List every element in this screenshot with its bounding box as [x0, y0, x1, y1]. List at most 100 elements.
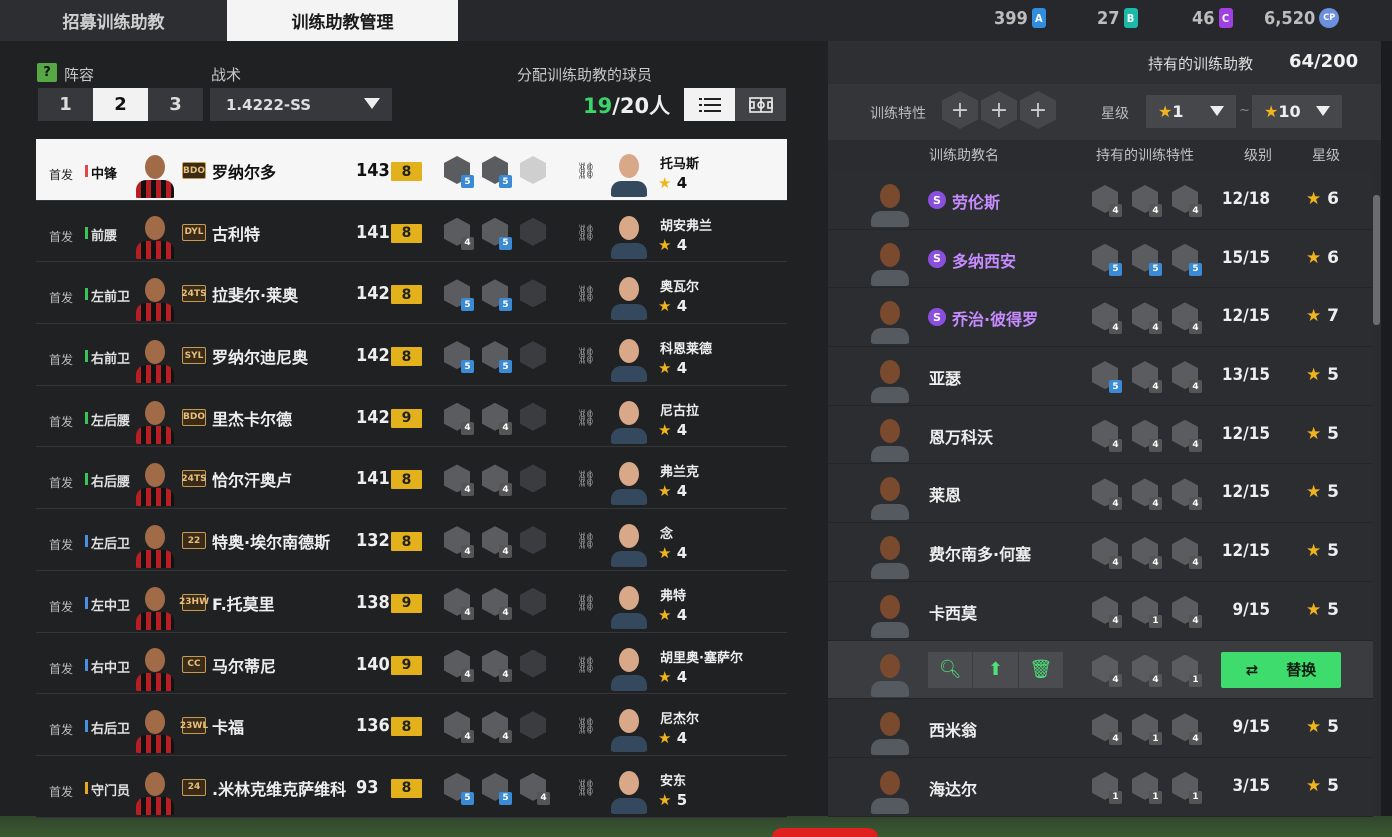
training-trait-icon[interactable]: 5	[482, 217, 512, 250]
tactic-dropdown[interactable]: 1.4222-SS	[210, 88, 392, 121]
player-row[interactable]: 首发 左后腰 BDO 里杰卡尔德 142 9 4 4 ⛓ 尼古拉 ★ 4	[36, 385, 787, 448]
formation-2-button[interactable]: 2	[93, 88, 148, 121]
list-view-button[interactable]	[684, 88, 735, 121]
training-trait-icon[interactable]: 4	[444, 217, 474, 250]
training-trait-icon[interactable]	[520, 649, 548, 680]
training-trait-icon[interactable]: 5	[444, 341, 474, 374]
training-trait-icon[interactable]	[520, 587, 548, 618]
link-icon[interactable]: ⛓	[576, 284, 596, 303]
training-trait-icon[interactable]: 4	[520, 772, 550, 805]
player-row[interactable]: 首发 右前卫 SYL 罗纳尔迪尼奥 142 8 5 5 ⛓ 科恩莱德 ★ 4	[36, 324, 787, 386]
player-row[interactable]: 首发 右后腰 24TS 恰尔汗奥卢 141 8 4 4 ⛓ 弗兰克 ★ 4	[36, 447, 787, 510]
link-icon[interactable]: ⛓	[576, 223, 596, 242]
training-trait-icon[interactable]: 1	[1132, 595, 1162, 628]
link-icon[interactable]: ⛓	[576, 531, 596, 550]
coach-row[interactable]: 费尔南多·何塞 12/15 ★ 5 4 4 4	[828, 523, 1373, 582]
coach-row[interactable]: S 劳伦斯 12/18 ★ 6 4 4 4	[828, 171, 1373, 230]
training-trait-icon[interactable]: 4	[1172, 302, 1202, 335]
replace-button[interactable]: ⇄ 替换	[1221, 651, 1341, 688]
training-trait-icon[interactable]: 4	[444, 711, 474, 744]
training-trait-icon[interactable]: 4	[1172, 478, 1202, 511]
training-trait-icon[interactable]	[520, 341, 548, 371]
training-trait-icon[interactable]: 4	[444, 464, 474, 497]
training-trait-icon[interactable]: 5	[1132, 243, 1162, 276]
training-trait-icon[interactable]	[520, 711, 548, 741]
training-trait-icon[interactable]: 4	[482, 526, 512, 559]
training-trait-icon[interactable]	[520, 402, 548, 433]
training-trait-icon[interactable]: 4	[1092, 713, 1122, 746]
formation-3-button[interactable]: 3	[148, 88, 203, 121]
training-trait-icon[interactable]: 4	[1172, 361, 1202, 394]
training-trait-icon[interactable]: 5	[1092, 243, 1122, 276]
training-trait-icon[interactable]: 4	[482, 402, 512, 435]
tab-manage[interactable]: 训练助教管理	[227, 0, 458, 41]
training-trait-icon[interactable]: 5	[482, 772, 512, 805]
upgrade-arrow-icon[interactable]: ⬆	[973, 651, 1019, 688]
player-row[interactable]: 首发 右后卫 23WL 卡福 136 8 4 4 ⛓ 尼杰尔 ★ 4	[36, 694, 787, 756]
training-trait-icon[interactable]: 5	[482, 156, 512, 188]
tab-recruit[interactable]: 招募训练助教	[0, 0, 227, 41]
training-trait-icon[interactable]: 5	[444, 279, 474, 312]
grade-from-dropdown[interactable]: ★ 1	[1146, 95, 1236, 128]
training-trait-icon[interactable]: 4	[482, 587, 512, 620]
player-row[interactable]: 首发 守门员 24 .米林克维克萨维科 93 8 5 5 4 ⛓ 安东 ★ 5	[36, 755, 787, 818]
training-trait-icon[interactable]: 5	[482, 279, 512, 312]
training-trait-icon[interactable]: 4	[444, 649, 474, 682]
training-trait-icon[interactable]: 4	[1132, 419, 1162, 452]
training-trait-icon[interactable]: 5	[1172, 243, 1202, 276]
link-icon[interactable]: ⛓	[576, 408, 596, 427]
grade-to-dropdown[interactable]: ★ 10	[1252, 95, 1342, 128]
training-trait-icon[interactable]: 4	[482, 464, 512, 497]
training-trait-icon[interactable]	[520, 464, 548, 494]
training-trait-icon[interactable]	[520, 526, 548, 556]
coach-row[interactable]: 莱恩 12/15 ★ 5 4 4 4	[828, 464, 1373, 524]
training-trait-icon[interactable]: 5	[444, 772, 474, 805]
coach-row[interactable]: 亚瑟 13/15 ★ 5544	[828, 347, 1373, 406]
training-trait-icon[interactable]: 4	[1132, 478, 1162, 511]
training-trait-icon[interactable]: 4	[1172, 185, 1202, 217]
training-trait-icon[interactable]: 1	[1172, 771, 1202, 804]
coach-row[interactable]: S 乔治·彼得罗 12/15 ★ 7 4 4 4	[828, 288, 1373, 348]
training-trait-icon[interactable]: 4	[1132, 654, 1162, 687]
training-trait-icon[interactable]	[520, 217, 548, 248]
training-trait-icon[interactable]: 4	[1172, 595, 1202, 628]
training-trait-icon[interactable]: 4	[1132, 185, 1162, 217]
coach-list-scrollbar[interactable]	[1373, 195, 1380, 325]
training-trait-icon[interactable]: 4	[482, 649, 512, 682]
player-row[interactable]: 首发 中锋 BDO 罗纳尔多 143 8 5 5 ⛓ 托马斯 ★ 4	[36, 139, 787, 201]
training-trait-icon[interactable]: 4	[1132, 302, 1162, 335]
training-trait-icon[interactable]: 4	[444, 587, 474, 620]
training-trait-icon[interactable]: 4	[1092, 478, 1122, 511]
player-row[interactable]: 首发 右中卫 CC 马尔蒂尼 140 9 4 4 ⛓ 胡里奥·塞萨尔 ★ 4	[36, 632, 787, 695]
coach-row[interactable]: S 多纳西安 15/15 ★ 6 5 5 5	[828, 229, 1373, 289]
coach-row[interactable]: 恩万科沃 12/15 ★ 5 4 4 4	[828, 405, 1373, 465]
player-row[interactable]: 首发 左前卫 24TS 拉斐尔·莱奥 142 8 5 5 ⛓ 奥瓦尔 ★ 4	[36, 262, 787, 325]
player-row[interactable]: 首发 前腰 DYL 古利特 141 8 4 5 ⛓ 胡安弗兰 ★ 4	[36, 200, 787, 263]
training-trait-icon[interactable]: 4	[1132, 361, 1162, 394]
training-trait-icon[interactable]: 5	[444, 156, 474, 188]
training-trait-icon[interactable]: 4	[1092, 302, 1122, 335]
player-row[interactable]: 首发 左后卫 22 特奥·埃尔南德斯 132 8 4 4 ⛓ 念 ★ 4	[36, 509, 787, 571]
training-trait-icon[interactable]: 1	[1172, 654, 1202, 687]
link-icon[interactable]: ⛓	[576, 161, 596, 180]
coach-row[interactable]: 海达尔 3/15 ★ 5 1 1 1	[828, 757, 1373, 817]
link-icon[interactable]: ⛓	[576, 469, 596, 488]
training-trait-icon[interactable]: 4	[482, 711, 512, 744]
training-trait-icon[interactable]: 1	[1092, 771, 1122, 804]
link-icon[interactable]: ⛓	[576, 593, 596, 612]
training-trait-icon[interactable]	[520, 279, 548, 309]
training-trait-icon[interactable]: 4	[444, 526, 474, 559]
training-trait-icon[interactable]: 4	[1092, 595, 1122, 628]
training-trait-icon[interactable]	[520, 156, 548, 186]
training-trait-icon[interactable]: 4	[1132, 537, 1162, 570]
training-trait-icon[interactable]: 4	[1092, 654, 1122, 687]
training-trait-icon[interactable]: 4	[1172, 419, 1202, 452]
coach-row[interactable]: 西米翁 9/15 ★ 5 4 1 4	[828, 699, 1373, 758]
training-trait-icon[interactable]: 4	[1172, 537, 1202, 570]
pitch-view-button[interactable]	[735, 88, 786, 121]
player-row[interactable]: 首发 左中卫 23HW F.托莫里 138 9 4 4 ⛓ 弗特 ★ 4	[36, 570, 787, 633]
coach-row[interactable]: 卡西莫 9/15 ★ 5 4 1 4	[828, 581, 1373, 641]
training-trait-icon[interactable]: 4	[1092, 419, 1122, 452]
help-icon[interactable]: ?	[37, 63, 57, 82]
link-icon[interactable]: ⛓	[576, 346, 596, 365]
